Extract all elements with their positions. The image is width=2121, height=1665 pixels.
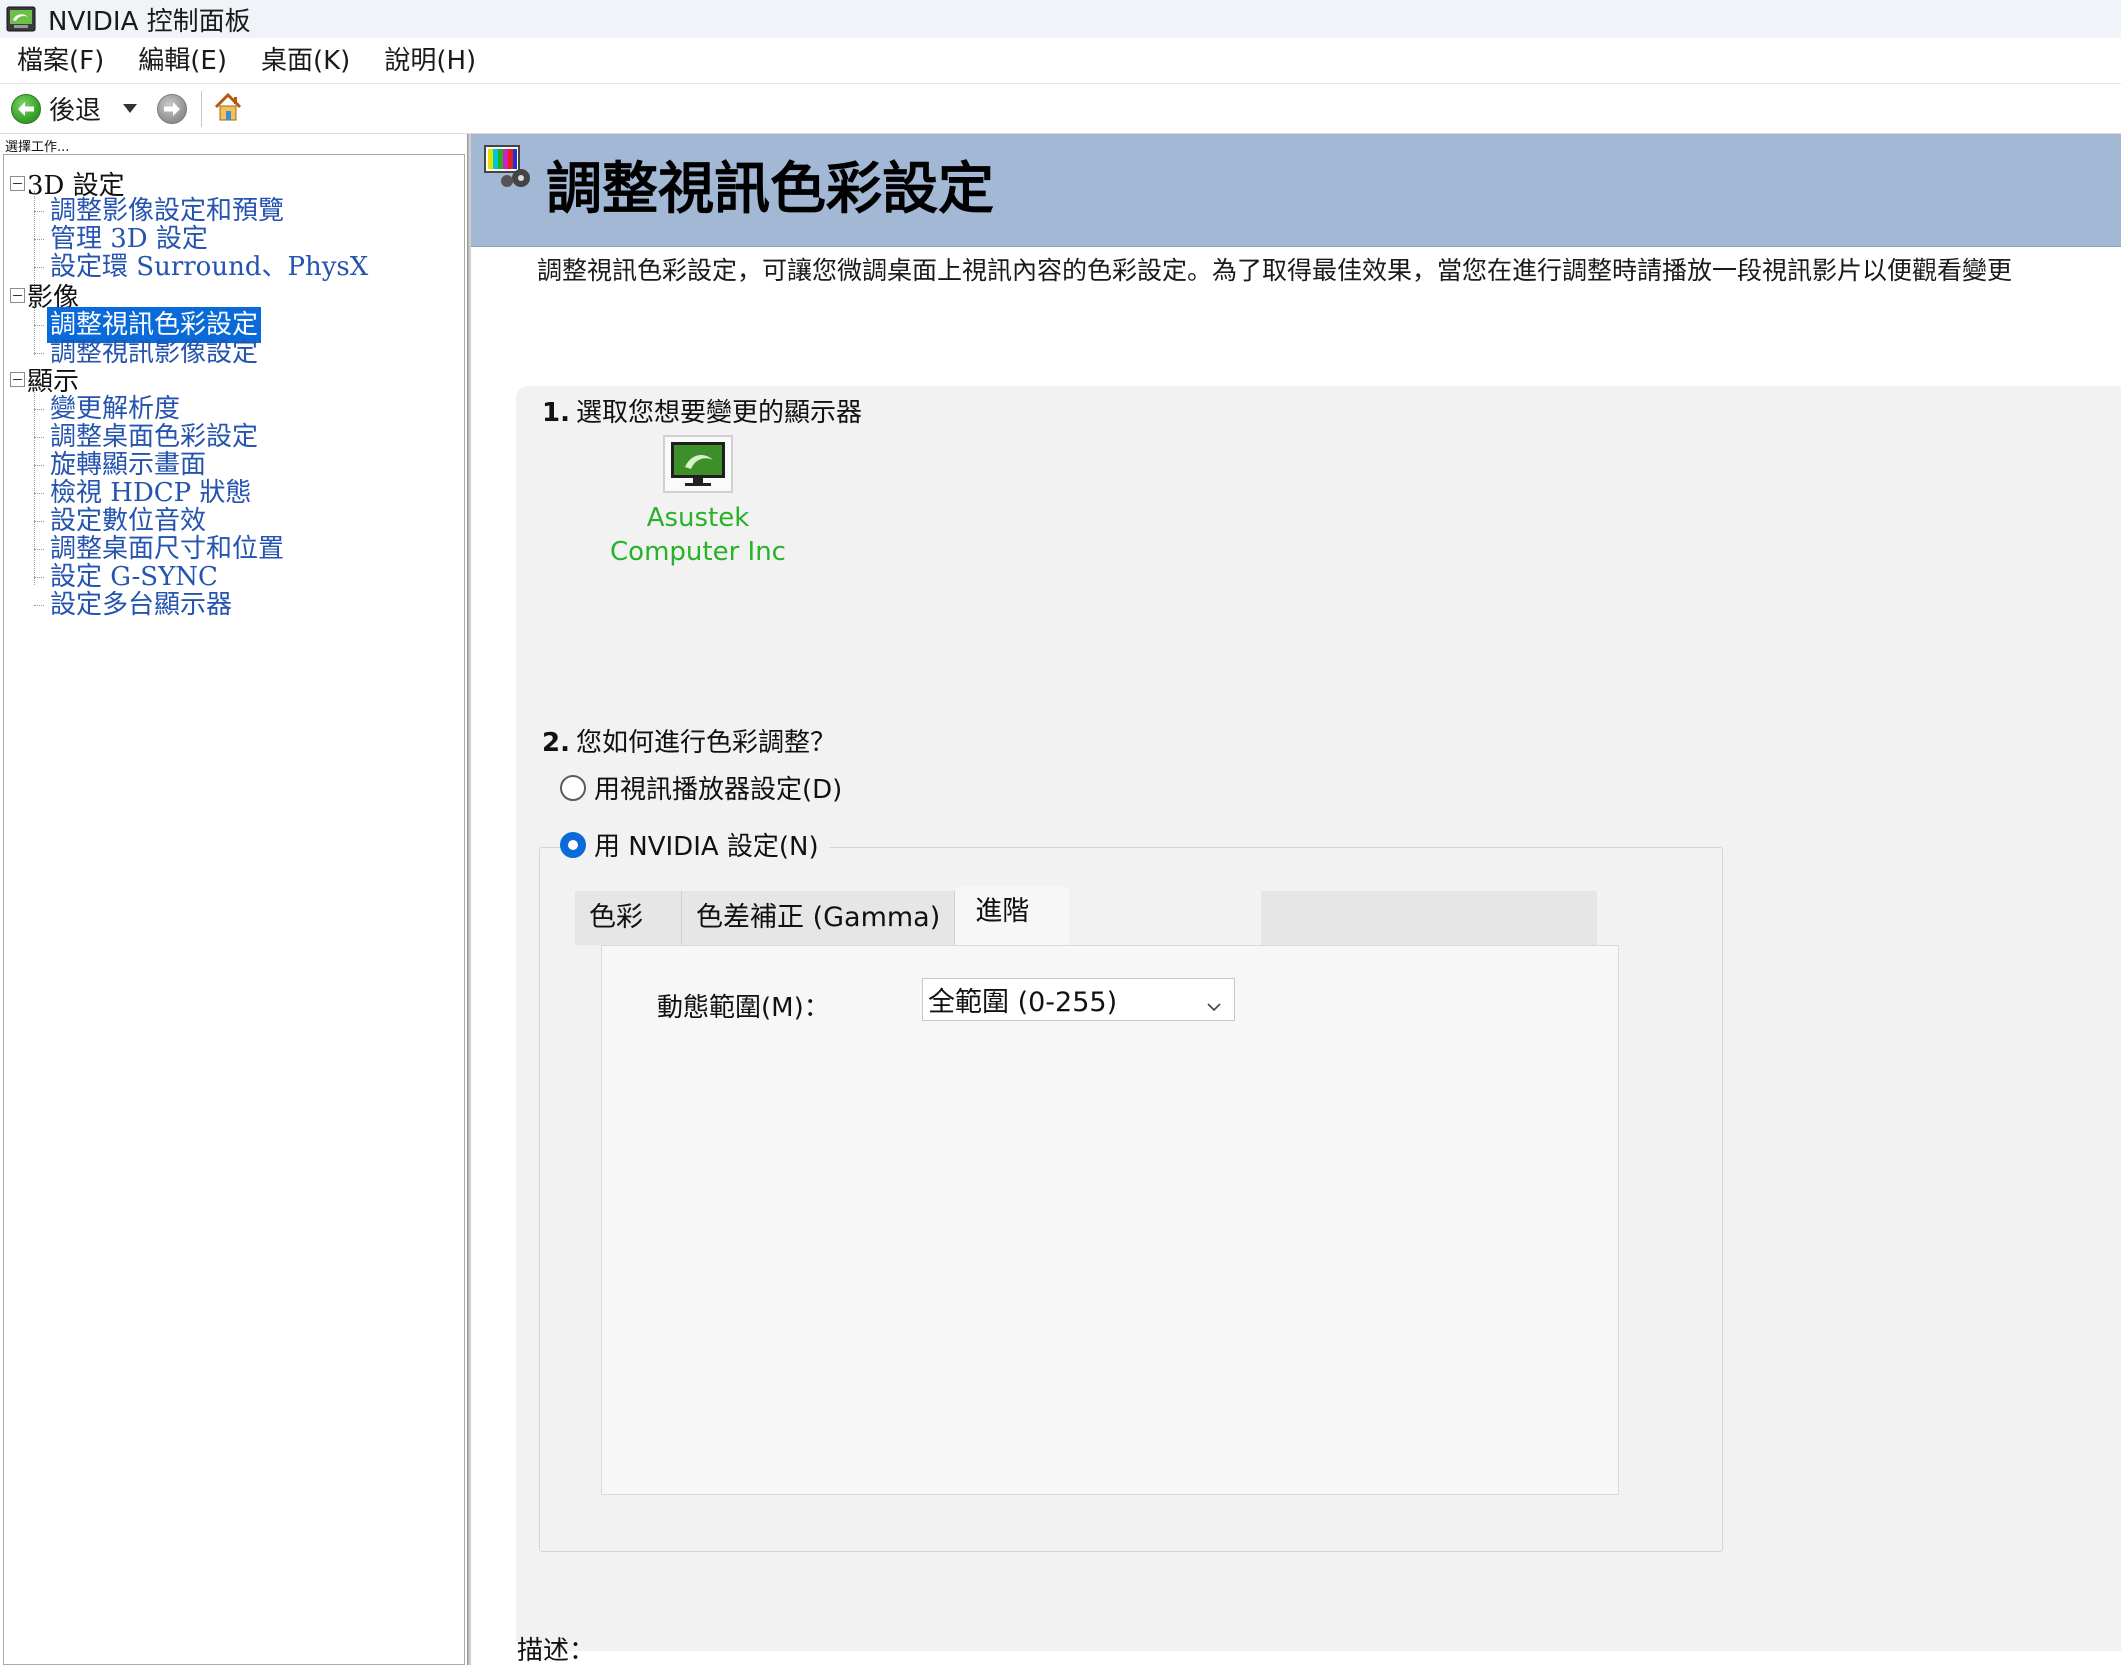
tab-page-advanced bbox=[601, 945, 1619, 1495]
tree-connector bbox=[34, 267, 44, 268]
window-title: NVIDIA 控制面板 bbox=[48, 6, 251, 37]
tree-connector bbox=[34, 211, 44, 212]
task-tree: 3D 設定 調整影像設定和預覽 管理 3D 設定 設定環 Surround、Ph… bbox=[3, 154, 465, 1665]
back-arrow-icon bbox=[11, 93, 41, 124]
tree-connector bbox=[34, 521, 44, 522]
tree-connector bbox=[34, 353, 44, 354]
step-number: 1. bbox=[542, 398, 570, 428]
collapse-icon[interactable] bbox=[10, 288, 25, 303]
toolbar-separator bbox=[201, 90, 203, 127]
display-selector-asustek[interactable]: Asustek Computer Inc bbox=[578, 435, 818, 569]
nvidia-app-icon bbox=[4, 4, 38, 34]
menu-bar: 檔案(F) 編輯(E) 桌面(K) 說明(H) bbox=[0, 38, 2121, 84]
content-pane: 調整視訊色彩設定 調整視訊色彩設定，可讓您微調桌面上視訊內容的色彩設定。為了取得… bbox=[471, 134, 2121, 1665]
step-2-heading: 2. 您如何進行色彩調整？ bbox=[542, 722, 836, 759]
tree-connector bbox=[34, 577, 44, 578]
back-button[interactable]: 後退 bbox=[0, 89, 101, 129]
tab-advanced[interactable]: 進階 bbox=[955, 887, 1070, 945]
tree-connector bbox=[34, 325, 44, 326]
task-panel: 選擇工作... 3D 設定 調整影像設定和預覽 管理 3D 設定 設定環 Sur… bbox=[0, 134, 468, 1665]
tree-connector bbox=[34, 437, 44, 438]
history-dropdown-icon[interactable] bbox=[123, 104, 138, 113]
step-1-text: 選取您想要變更的顯示器 bbox=[575, 398, 862, 428]
step-2-text: 您如何進行色彩調整？ bbox=[575, 728, 836, 758]
forward-button[interactable] bbox=[157, 93, 188, 124]
radio-use-video-player-settings[interactable]: 用視訊播放器設定(D) bbox=[560, 769, 842, 806]
forward-arrow-icon bbox=[164, 101, 181, 116]
monitor-icon bbox=[663, 435, 733, 493]
radio-use-nvidia-settings[interactable]: 用 NVIDIA 設定(N) bbox=[560, 826, 829, 863]
menu-desktop[interactable]: 桌面(K) bbox=[244, 38, 367, 84]
radio-label: 用視訊播放器設定(D) bbox=[594, 775, 843, 805]
back-label: 後退 bbox=[49, 96, 102, 126]
radio-checked-icon[interactable] bbox=[560, 831, 586, 858]
tree-item-surround-physx[interactable]: 設定環 Surround、PhysX bbox=[47, 249, 371, 285]
monitor-name-line1: Asustek bbox=[646, 503, 750, 533]
chevron-down-icon bbox=[1206, 991, 1222, 1022]
home-icon bbox=[214, 92, 242, 120]
dynamic-range-select[interactable]: 全範圍 (0-255) bbox=[922, 978, 1235, 1021]
tree-connector bbox=[34, 239, 44, 240]
toolbar: 後退 bbox=[0, 84, 2121, 134]
collapse-icon[interactable] bbox=[10, 176, 25, 191]
menu-edit[interactable]: 編輯(E) bbox=[121, 38, 244, 84]
menu-help[interactable]: 說明(H) bbox=[367, 38, 493, 84]
dynamic-range-value: 全範圍 (0-255) bbox=[928, 987, 1118, 1018]
tree-connector bbox=[34, 303, 35, 355]
monitor-name-line2: Computer Inc bbox=[610, 537, 786, 567]
nvidia-control-panel-window: NVIDIA 控制面板 檔案(F) 編輯(E) 桌面(K) 說明(H) 後退 選… bbox=[0, 0, 2121, 1665]
step-1-heading: 1. 選取您想要變更的顯示器 bbox=[542, 392, 862, 429]
task-panel-caption: 選擇工作... bbox=[5, 140, 70, 155]
page-description: 調整視訊色彩設定，可讓您微調桌面上視訊內容的色彩設定。為了取得最佳效果，當您在進… bbox=[537, 256, 2013, 285]
description-label: 描述： bbox=[517, 1636, 596, 1665]
home-button[interactable] bbox=[212, 92, 244, 126]
tree-connector bbox=[34, 605, 44, 606]
tree-connector bbox=[34, 387, 35, 585]
page-title: 調整視訊色彩設定 bbox=[546, 156, 994, 222]
radio-label: 用 NVIDIA 設定(N) bbox=[594, 832, 819, 862]
tree-item-adjust-video-image[interactable]: 調整視訊影像設定 bbox=[47, 335, 261, 371]
tree-connector bbox=[34, 493, 44, 494]
tree-connector bbox=[34, 549, 44, 550]
radio-unchecked-icon[interactable] bbox=[560, 774, 586, 801]
collapse-icon[interactable] bbox=[10, 372, 25, 387]
page-header: 調整視訊色彩設定 bbox=[471, 134, 2121, 247]
title-bar: NVIDIA 控制面板 bbox=[0, 0, 2121, 38]
tab-gamma[interactable]: 色差補正 (Gamma) bbox=[682, 891, 956, 945]
video-color-settings-icon bbox=[483, 144, 535, 194]
tab-strip-filler bbox=[1069, 891, 1262, 945]
tree-connector bbox=[34, 409, 44, 410]
tab-color[interactable]: 色彩 bbox=[575, 891, 682, 945]
dynamic-range-label: 動態範圍(M)： bbox=[657, 993, 830, 1023]
settings-panel: 1. 選取您想要變更的顯示器 Asustek Computer Inc 2. 您如何… bbox=[516, 386, 2121, 1651]
tree-item-multiple-displays[interactable]: 設定多台顯示器 bbox=[47, 587, 235, 623]
step-number: 2. bbox=[542, 728, 570, 758]
tab-strip: 色彩 色差補正 (Gamma) 進階 bbox=[575, 887, 1597, 945]
tree-connector bbox=[34, 465, 44, 466]
menu-file[interactable]: 檔案(F) bbox=[0, 38, 121, 84]
